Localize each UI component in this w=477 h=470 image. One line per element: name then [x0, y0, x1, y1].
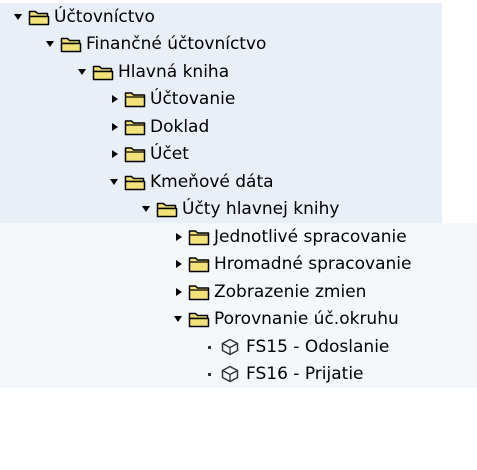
tree-node-label: Zobrazenie zmien	[214, 281, 367, 302]
folder-open-icon	[188, 310, 210, 328]
tree-node-kmenove-data[interactable]: Kmeňové dáta	[0, 168, 442, 196]
folder-icon	[188, 228, 210, 246]
leaf-bullet-icon	[204, 368, 216, 380]
tree-node-label: Porovnanie úč.okruhu	[214, 309, 399, 330]
tree-node-label: Účet	[150, 144, 189, 165]
expand-arrow-down-icon[interactable]	[44, 38, 56, 50]
tree-node-hromadne-spracovanie[interactable]: Hromadné spracovanie	[0, 250, 477, 278]
tree-node-label: Jednotlivé spracovanie	[214, 226, 407, 247]
expand-arrow-down-icon[interactable]	[108, 176, 120, 188]
tree-node-label: Finančné účtovníctvo	[86, 34, 267, 55]
tree-node-label: Doklad	[150, 116, 210, 137]
tree-node-hlavna-kniha[interactable]: Hlavná kniha	[0, 58, 442, 86]
expand-arrow-right-icon[interactable]	[108, 148, 120, 160]
folder-icon	[124, 118, 146, 136]
tree-node-label: Hlavná kniha	[118, 61, 230, 82]
tree-node-label: Účtovníctvo	[54, 6, 155, 27]
tree-node-doklad[interactable]: Doklad	[0, 113, 442, 141]
expand-arrow-right-icon[interactable]	[108, 93, 120, 105]
tree-node-fs16-prijatie[interactable]: FS16 - Prijatie	[0, 360, 477, 388]
folder-icon	[124, 145, 146, 163]
transaction-icon	[220, 338, 242, 356]
tree-node-porovnanie-uc-okruhu[interactable]: Porovnanie úč.okruhu	[0, 305, 477, 333]
folder-icon	[124, 90, 146, 108]
tree-node-zobrazenie-zmien[interactable]: Zobrazenie zmien	[0, 278, 477, 306]
tree-node-label: Hromadné spracovanie	[214, 254, 412, 275]
folder-open-icon	[124, 173, 146, 191]
expand-arrow-down-icon[interactable]	[76, 66, 88, 78]
tree-node-label: Kmeňové dáta	[150, 171, 274, 192]
tree-node-label: Účtovanie	[150, 89, 236, 110]
folder-open-icon	[92, 63, 114, 81]
tree-node-uctovanie[interactable]: Účtovanie	[0, 85, 442, 113]
tree-node-ucet[interactable]: Účet	[0, 140, 442, 168]
folder-open-icon	[156, 200, 178, 218]
folder-open-icon	[28, 8, 50, 26]
tree-node-label: FS16 - Prijatie	[246, 364, 364, 385]
menu-tree: Účtovníctvo Finančné účtovníctvo Hlavná kn…	[0, 0, 477, 470]
expand-arrow-right-icon[interactable]	[172, 258, 184, 270]
tree-node-label: Účty hlavnej knihy	[182, 199, 340, 220]
expand-arrow-right-icon[interactable]	[172, 231, 184, 243]
tree-node-uctovnictvo[interactable]: Účtovníctvo	[0, 3, 442, 31]
transaction-icon	[220, 365, 242, 383]
expand-arrow-right-icon[interactable]	[172, 286, 184, 298]
folder-icon	[188, 255, 210, 273]
expand-arrow-down-icon[interactable]	[140, 203, 152, 215]
folder-icon	[188, 283, 210, 301]
tree-node-fs15-odoslanie[interactable]: FS15 - Odoslanie	[0, 333, 477, 361]
leaf-bullet-icon	[204, 341, 216, 353]
expand-arrow-down-icon[interactable]	[12, 11, 24, 23]
expand-arrow-down-icon[interactable]	[172, 313, 184, 325]
folder-open-icon	[60, 35, 82, 53]
tree-node-financne-uctovnictvo[interactable]: Finančné účtovníctvo	[0, 30, 442, 58]
tree-node-ucty-hlavnej-knihy[interactable]: Účty hlavnej knihy	[0, 195, 442, 223]
tree-node-jednotlive-spracovanie[interactable]: Jednotlivé spracovanie	[0, 223, 477, 251]
expand-arrow-right-icon[interactable]	[108, 121, 120, 133]
tree-node-label: FS15 - Odoslanie	[246, 336, 390, 357]
